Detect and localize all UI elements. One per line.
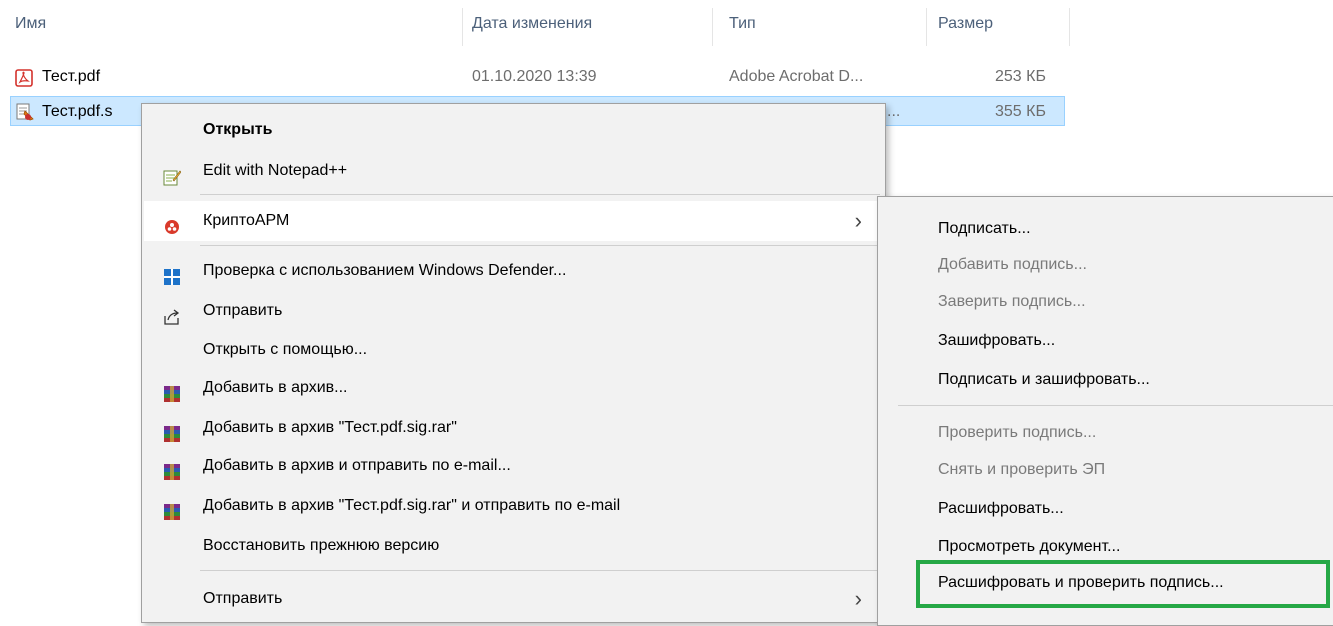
submenu-item-verify-signature[interactable]: Проверить подпись... [880,413,1333,453]
submenu-separator [898,405,1333,406]
column-divider[interactable] [926,8,927,46]
chevron-right-icon: › [854,208,862,233]
column-divider[interactable] [712,8,713,46]
menu-separator [200,194,880,195]
menu-item-label: Edit with Notepad++ [203,162,348,179]
menu-item-label: Отправить [203,302,283,319]
cryptoarm-icon [163,212,181,234]
menu-item-label: Открыть с помощью... [203,341,368,358]
submenu-item-decrypt[interactable]: Расшифровать... [880,489,1333,529]
menu-item-label: Добавить в архив... [203,379,348,396]
file-type: ... [887,103,901,120]
menu-item-defender[interactable]: Проверка с использованием Windows Defend… [144,251,882,291]
file-date: 01.10.2020 13:39 [472,68,597,85]
submenu-item-certify-signature[interactable]: Заверить подпись... [880,282,1333,322]
menu-item-archive-and-email[interactable]: Добавить в архив и отправить по e-mail..… [144,446,882,486]
menu-item-rar-and-email[interactable]: Добавить в архив "Тест.pdf.sig.rar" и от… [144,486,882,526]
file-row[interactable]: Тест.pdf 01.10.2020 13:39 Adobe Acrobat … [10,62,1065,92]
context-menu: Открыть Edit with Notepad++ КриптоАРМ › [141,103,886,623]
menu-item-cryptoarm[interactable]: КриптоАРМ › [144,201,882,241]
menu-item-label: Проверка с использованием Windows Defend… [203,262,567,279]
column-header-name[interactable]: Имя [15,8,46,46]
menu-separator [200,570,880,571]
share-icon [163,302,181,325]
menu-item-notepad[interactable]: Edit with Notepad++ [144,151,882,191]
cropped-top-line [0,0,1333,7]
column-header-type[interactable]: Тип [729,8,756,46]
file-size: 253 КБ [995,68,1046,85]
menu-item-share[interactable]: Отправить [144,291,882,331]
file-type: Adobe Acrobat D... [729,68,864,85]
submenu-item-label: Расшифровать... [938,500,1064,517]
column-header-size[interactable]: Размер [938,8,993,46]
submenu-item-encrypt[interactable]: Зашифровать... [880,321,1333,361]
submenu-item-label: Снять и проверить ЭП [938,461,1106,478]
menu-item-open[interactable]: Открыть [144,110,882,150]
highlight-box [916,560,1330,608]
submenu-item-label: Заверить подпись... [938,293,1086,310]
submenu-item-label: Подписать и зашифровать... [938,371,1150,388]
menu-item-label: Добавить в архив и отправить по e-mail..… [203,457,511,474]
winrar-icon [163,497,181,520]
pdf-icon [15,68,33,98]
menu-item-label: Восстановить прежнюю версию [203,537,440,554]
signed-document-icon [15,102,35,133]
menu-item-open-with[interactable]: Открыть с помощью... [144,330,882,370]
menu-item-label: Открыть [203,121,273,138]
menu-item-send-to[interactable]: Отправить › [144,579,882,619]
submenu-item-label: Подписать... [938,220,1031,237]
submenu-item-sign-and-encrypt[interactable]: Подписать и зашифровать... [880,360,1333,400]
menu-item-add-to-rar[interactable]: Добавить в архив "Тест.pdf.sig.rar" [144,408,882,448]
submenu-item-label: Проверить подпись... [938,424,1097,441]
column-divider[interactable] [1069,8,1070,46]
submenu-item-label: Добавить подпись... [938,256,1087,273]
submenu-item-label: Зашифровать... [938,332,1056,349]
winrar-icon [163,419,181,442]
chevron-right-icon: › [854,586,862,611]
winrar-icon [163,379,181,402]
submenu-item-remove-and-verify[interactable]: Снять и проверить ЭП [880,450,1333,490]
menu-item-add-to-archive[interactable]: Добавить в архив... [144,368,882,408]
submenu-item-sign[interactable]: Подписать... [880,209,1333,249]
menu-item-label: КриптоАРМ [203,212,290,229]
menu-separator [200,245,880,246]
submenu-item-add-signature[interactable]: Добавить подпись... [880,245,1333,285]
column-header-date[interactable]: Дата изменения [472,8,592,46]
file-name[interactable]: Тест.pdf [42,62,100,92]
menu-item-restore-version[interactable]: Восстановить прежнюю версию [144,526,882,566]
column-divider[interactable] [462,8,463,46]
file-size: 355 КБ [995,103,1046,120]
winrar-icon [163,457,181,480]
windows-defender-icon [163,262,181,285]
menu-item-label: Отправить [203,590,283,607]
menu-item-label: Добавить в архив "Тест.pdf.sig.rar" [203,419,457,436]
file-name[interactable]: Тест.pdf.s [42,97,112,127]
notepad-icon [163,162,182,186]
menu-item-label: Добавить в архив "Тест.pdf.sig.rar" и от… [203,497,621,514]
